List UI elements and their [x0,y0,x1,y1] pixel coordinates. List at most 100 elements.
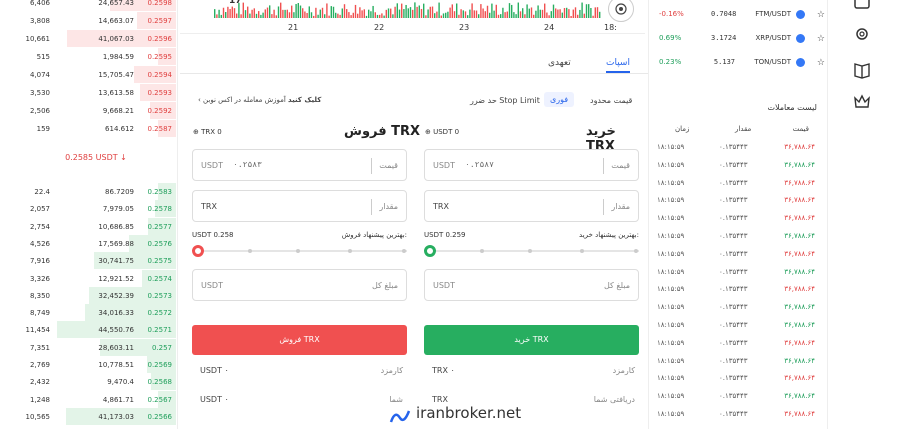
buy-total-field[interactable]: مبلغ کل USDT [424,269,639,301]
candle [544,3,546,19]
order-type-stoplimit[interactable]: حد ضرر Stop Limit [470,96,540,105]
buy-price-value[interactable]: ۰.۲۵۸۷ [465,160,494,169]
sell-price-field[interactable]: قیمت ۰.۲۵۸۳ USDT [192,149,407,181]
market-row[interactable]: ☆ FTM/USDT 0.7048 -0.16% [649,6,829,22]
bid-row[interactable]: 2,057 7,979.05 0.2578 [16,200,176,218]
price-chart[interactable]: 21 22 23 24 18: 17 [180,0,645,34]
settings-gear-icon[interactable] [852,24,872,44]
ob-amount: 2,754 [29,222,50,231]
candle [475,10,478,18]
buy-button[interactable]: خرید TRX [424,325,639,355]
trade-row: ۳۶,۷۸۸.۶۴ ۰.۱۳۵۴۴۳ ۱۸:۱۵:۵۹ [649,353,829,370]
ob-amount: 8,350 [29,291,50,300]
slider-knob[interactable] [424,245,436,257]
bid-row[interactable]: 7,916 30,741.75 0.2575 [16,252,176,270]
ask-row[interactable]: 159 614.612 0.2587 [16,120,176,137]
candle [299,5,302,19]
candle [471,3,473,18]
candle [447,11,449,18]
star-icon[interactable]: ☆ [817,58,825,68]
candle [500,14,502,18]
buy-percent-slider[interactable] [424,245,639,257]
bid-row[interactable]: 11,454 44,550.76 0.2571 [16,321,176,339]
candle [418,5,420,19]
sell-price-value[interactable]: ۰.۲۵۸۳ [233,160,262,169]
trades-col-price: قیمت [792,125,809,133]
order-type-market[interactable]: فوری [544,92,575,107]
ob-price: 0.257 [151,343,172,352]
slider-step[interactable] [480,249,484,253]
market-row[interactable]: ☆ XRP/USDT 3.1724 0.69% [649,30,829,46]
crown-icon[interactable] [852,92,872,112]
bid-row[interactable]: 1,248 4,861.71 0.2567 [16,390,176,408]
buy-amount-field[interactable]: مقدار TRX [424,190,639,222]
slider-step[interactable] [580,249,584,253]
best-value[interactable]: USDT 0.259 [424,231,466,239]
candle [262,12,264,18]
wallet-icon[interactable] [852,0,872,12]
ob-amount: 22.4 [34,188,50,196]
candle [453,11,456,18]
slider-knob[interactable] [192,245,204,257]
star-icon[interactable]: ☆ [817,10,825,20]
bid-row[interactable]: 7,351 28,603.11 0.257 [16,338,176,356]
tab-spot[interactable]: اسپات [606,58,630,73]
candle [414,2,416,18]
wallet-plus-icon[interactable]: ⊕ [425,128,431,136]
ask-row[interactable]: 6,406 24,657.43 0.2598 [16,0,176,11]
bid-row[interactable]: 8,749 34,016.33 0.2572 [16,304,176,322]
bid-row[interactable]: 2,769 10,778.51 0.2569 [16,356,176,373]
slider-step[interactable] [528,249,532,253]
fee-label: کارمزد [380,366,403,375]
trade-price: ۳۶,۷۸۸.۶۴ [784,303,815,312]
field-label: مبلغ کل [371,281,398,290]
bid-row[interactable]: 8,350 32,452.39 0.2573 [16,286,176,304]
ob-total: 44,550.76 [98,326,134,335]
bid-row[interactable]: 2,432 9,470.4 0.2568 [16,373,176,391]
sell-amount-field[interactable]: مقدار TRX [192,190,407,222]
bid-row[interactable]: 22.4 86.7209 0.2583 [16,183,176,200]
bid-row[interactable]: 10,565 41,173.03 0.2566 [16,407,176,425]
learn-link-row[interactable]: ‹ کلیک کنید آموزش معامله در اکس نوبن [198,96,321,104]
ob-total: 24,657.43 [98,0,134,7]
ask-row[interactable]: 3,808 14,663.07 0.2597 [16,12,176,29]
candle [385,9,387,18]
slider-step[interactable] [402,249,406,253]
trade-amount: ۰.۱۳۵۴۴۳ [719,374,748,383]
candle [442,13,445,18]
ask-row[interactable]: 515 1,984.59 0.2595 [16,48,176,65]
sell-button[interactable]: فروش TRX [192,325,407,355]
star-icon[interactable]: ☆ [817,34,825,44]
ask-row[interactable]: 2,506 9,668.21 0.2592 [16,102,176,119]
ask-row[interactable]: 10,661 41,067.03 0.2596 [16,30,176,47]
market-row[interactable]: ☆ TON/USDT 5.137 0.23% [649,54,829,70]
sell-total-field[interactable]: مبلغ کل USDT [192,269,407,301]
slider-step[interactable] [348,249,352,253]
ob-price: 0.2593 [147,89,173,97]
trade-row: ۳۶,۷۸۸.۶۴ ۰.۱۳۵۴۴۳ ۱۸:۱۵:۵۹ [649,335,829,352]
chart-settings-button[interactable] [608,0,634,22]
field-unit: USDT [201,281,223,290]
slider-step[interactable] [634,249,638,253]
tab-margin[interactable]: تعهدی [548,58,571,68]
best-value[interactable]: USDT 0.258 [192,231,234,239]
sell-percent-slider[interactable] [192,245,407,257]
slider-step[interactable] [248,249,252,253]
bid-row[interactable]: 4,526 17,569.88 0.2576 [16,234,176,252]
markets-and-trades: لیست معاملات قیمت مقدار زمان ☆ FTM/USDT 0.… [648,0,828,429]
candle [222,7,225,18]
book-icon[interactable] [852,60,872,80]
buy-price-field[interactable]: قیمت ۰.۲۵۸۷ USDT [424,149,639,181]
learn-link[interactable]: کلیک کنید [288,96,321,104]
wallet-plus-icon[interactable]: ⊕ [193,128,199,136]
candle [295,3,297,19]
ob-price: 0.2571 [147,326,173,335]
ask-row[interactable]: 4,074 15,705.47 0.2594 [16,66,176,83]
candle [555,8,557,18]
slider-step[interactable] [296,249,300,253]
ask-row[interactable]: 3,530 13,613.58 0.2593 [16,84,176,101]
order-type-limit[interactable]: قیمت محدود [590,96,632,105]
bid-row[interactable]: 2,754 10,686.85 0.2577 [16,217,176,235]
bid-row[interactable]: 3,326 12,921.52 0.2574 [16,269,176,287]
candle [449,7,451,19]
